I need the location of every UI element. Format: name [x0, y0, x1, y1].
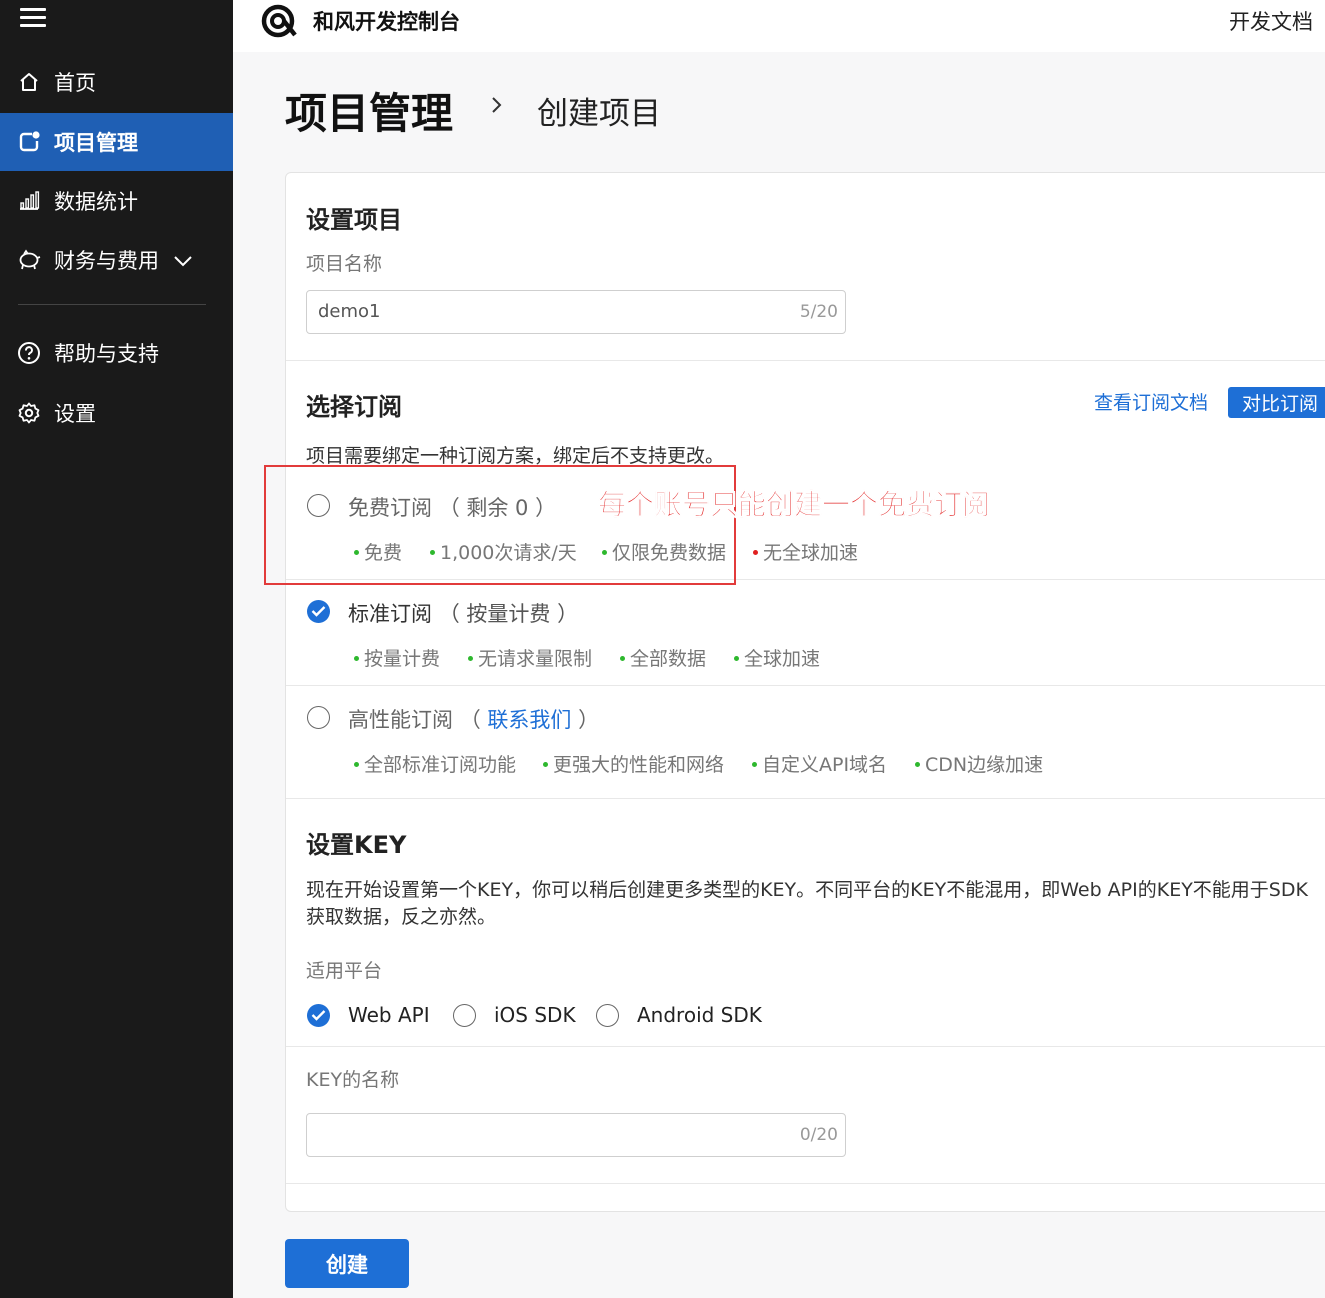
divider: [286, 798, 1325, 799]
section-title-project: 设置项目: [306, 206, 402, 234]
brand-logo-icon: [259, 4, 299, 38]
platform-web-api-radio[interactable]: [307, 1004, 330, 1027]
feature-item: 按量计费: [354, 644, 440, 671]
platform-label: 适用平台: [306, 960, 383, 982]
project-icon: [17, 130, 41, 154]
breadcrumb-current: 创建项目: [537, 96, 661, 132]
check-icon: [311, 1010, 326, 1021]
feature-item: 更强大的性能和网络: [543, 750, 724, 777]
sidebar-item-stats[interactable]: 数据统计: [0, 172, 233, 230]
piggy-bank-icon: [17, 248, 41, 272]
project-name-value: demo1: [318, 301, 381, 322]
sidebar-item-home[interactable]: 首页: [0, 53, 233, 111]
help-icon: [17, 341, 41, 365]
check-icon: [311, 606, 326, 617]
compare-subscription-button[interactable]: 对比订阅: [1228, 387, 1325, 418]
bar-chart-icon: [17, 189, 41, 213]
feature-item: 自定义API域名: [752, 750, 887, 777]
platform-ios-radio[interactable]: [453, 1004, 476, 1027]
section-title-key: 设置KEY: [306, 831, 407, 859]
sidebar-item-help[interactable]: 帮助与支持: [0, 324, 233, 382]
section-title-subscription: 选择订阅: [306, 393, 402, 421]
sidebar-item-label: 财务与费用: [54, 249, 159, 273]
sidebar-item-finance[interactable]: 财务与费用: [0, 231, 233, 289]
top-bar: 和风开发控制台 开发文档: [233, 0, 1325, 52]
platform-android-label[interactable]: Android SDK: [637, 1003, 762, 1027]
paren: （: [438, 602, 460, 626]
key-name-label: KEY的名称: [306, 1069, 400, 1091]
feature-item: 全球加速: [734, 644, 820, 671]
sidebar-divider: [18, 304, 206, 305]
home-icon: [17, 70, 41, 94]
platform-web-api-label[interactable]: Web API: [348, 1003, 430, 1027]
divider: [286, 685, 1325, 686]
gear-icon: [17, 401, 41, 425]
chevron-right-icon: [487, 93, 507, 117]
menu-icon[interactable]: [20, 8, 46, 28]
brand-name: 和风开发控制台: [313, 10, 460, 34]
key-name-input[interactable]: 0/20: [306, 1113, 846, 1157]
sidebar-item-label: 帮助与支持: [54, 342, 159, 366]
plan-standard-radio[interactable]: [307, 600, 330, 623]
sidebar-item-label: 项目管理: [54, 131, 138, 155]
annotation-text: 每个账号只能创建一个免费订阅: [598, 488, 991, 522]
plan-premium-radio[interactable]: [307, 706, 330, 729]
sidebar-item-label: 数据统计: [54, 190, 138, 214]
docs-link[interactable]: 开发文档: [1229, 6, 1313, 36]
platform-android-radio[interactable]: [596, 1004, 619, 1027]
breadcrumb-parent[interactable]: 项目管理: [285, 80, 453, 141]
paren: ）: [578, 708, 600, 732]
chevron-down-icon[interactable]: [173, 248, 193, 272]
platform-ios-label[interactable]: iOS SDK: [494, 1003, 576, 1027]
divider: [286, 1183, 1325, 1184]
sidebar-item-label: 首页: [54, 71, 96, 95]
plan-premium-title[interactable]: 高性能订阅 （ 联系我们 ）: [348, 704, 599, 734]
plan-name: 标准订阅: [348, 602, 432, 626]
key-name-counter: 0/20: [799, 1125, 838, 1145]
project-name-label: 项目名称: [306, 253, 383, 275]
project-name-input[interactable]: demo1 5/20: [306, 290, 846, 334]
sidebar-item-label: 设置: [54, 402, 96, 426]
divider: [286, 360, 1325, 361]
feature-item: 全部标准订阅功能: [354, 750, 516, 777]
feature-item: CDN边缘加速: [915, 750, 1043, 777]
paren: ）: [557, 602, 579, 626]
create-project-card: 设置项目 项目名称 demo1 5/20 选择订阅 查看订阅文档 对比订阅 项目…: [285, 172, 1325, 1212]
plan-standard-title[interactable]: 标准订阅 （ 按量计费 ）: [348, 598, 578, 628]
key-description: 现在开始设置第一个KEY，你可以稍后创建更多类型的KEY。不同平台的KEY不能混…: [306, 879, 1308, 928]
contact-us-link[interactable]: 联系我们: [487, 708, 571, 732]
subscription-hint: 项目需要绑定一种订阅方案，绑定后不支持更改。: [306, 445, 725, 467]
create-button[interactable]: 创建: [285, 1239, 409, 1288]
project-name-counter: 5/20: [799, 302, 838, 322]
feature-item: 无全球加速: [753, 538, 858, 565]
plan-name: 高性能订阅: [348, 708, 453, 732]
paren: （: [459, 708, 481, 732]
feature-item: 无请求量限制: [468, 644, 592, 671]
sidebar-item-settings[interactable]: 设置: [0, 384, 233, 442]
subscription-docs-link[interactable]: 查看订阅文档: [1094, 388, 1208, 415]
sidebar: 首页 项目管理 数据统计 财务与费用 帮助与支持 设置: [0, 0, 233, 1298]
plan-note: 按量计费: [466, 602, 551, 626]
feature-item: 全部数据: [620, 644, 706, 671]
divider: [286, 1046, 1325, 1047]
sidebar-item-project[interactable]: 项目管理: [0, 113, 233, 171]
